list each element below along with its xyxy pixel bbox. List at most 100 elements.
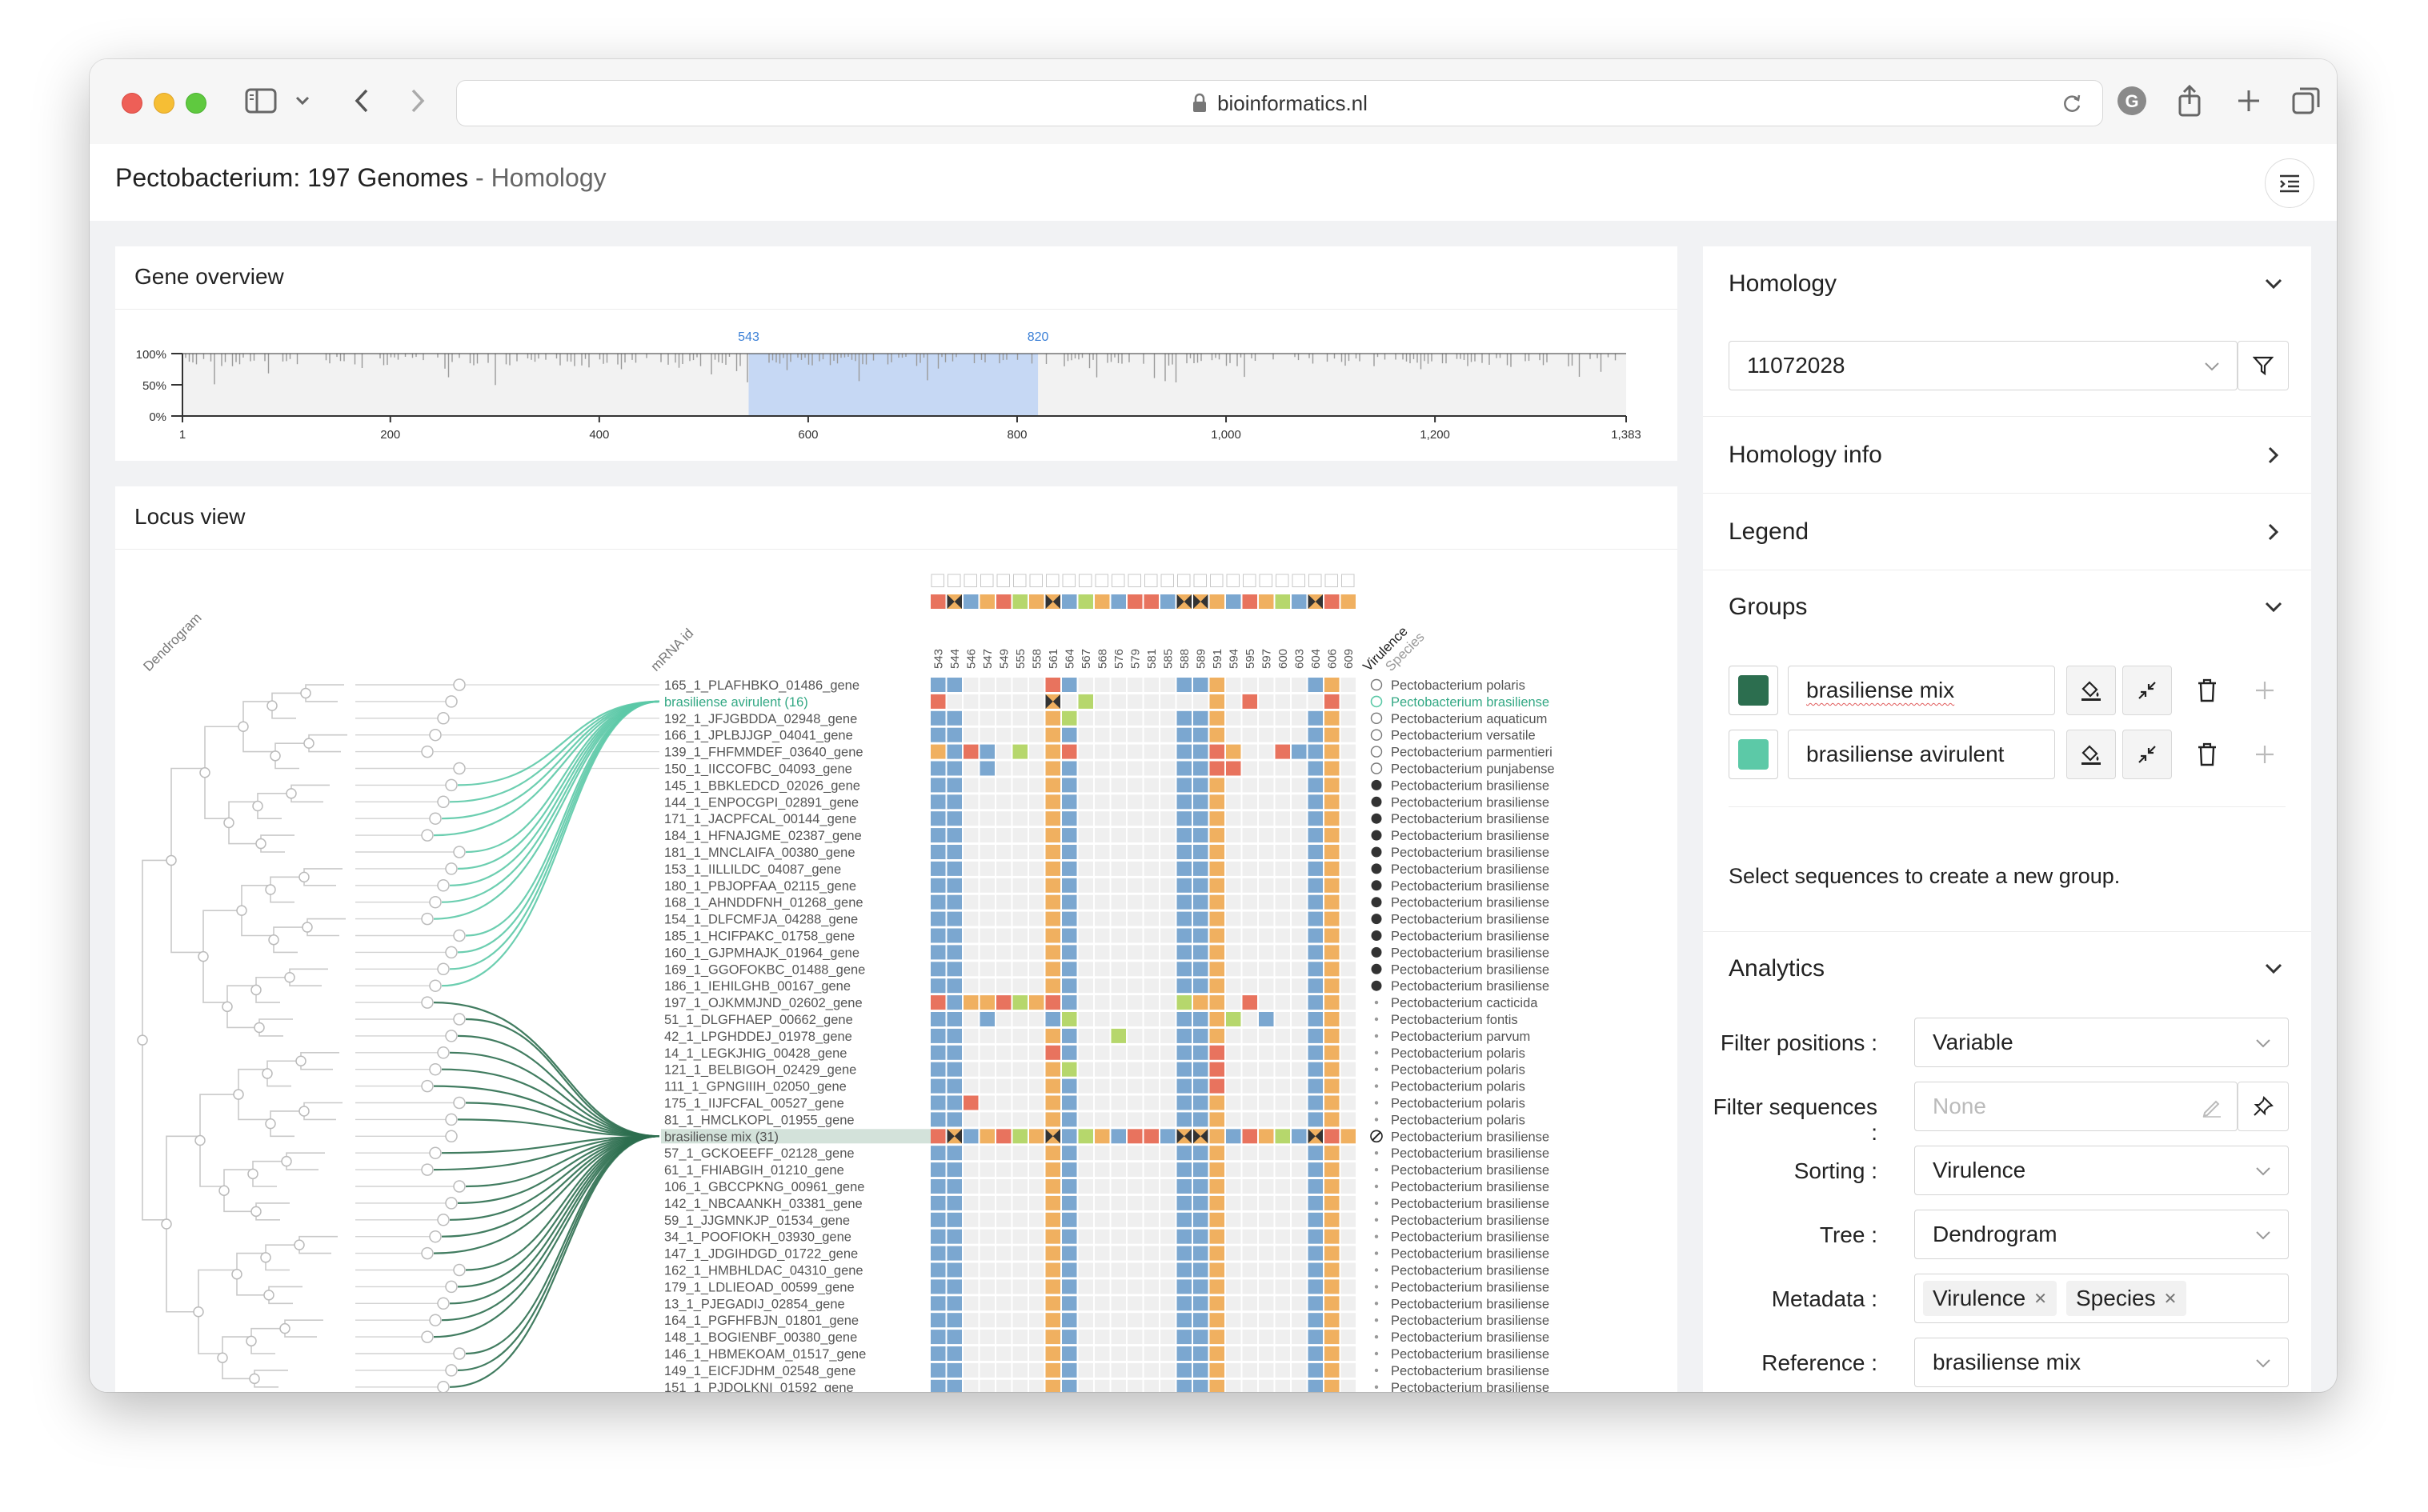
address-bar[interactable]: bioinformatics.nl: [456, 80, 2103, 126]
sequence-label[interactable]: 81_1_HMCLKOPL_01955_gene: [664, 1113, 855, 1127]
dendrogram-leaf-node[interactable]: [421, 1163, 434, 1176]
sequence-label[interactable]: 171_1_JACPFCAL_00144_gene: [664, 812, 856, 826]
selection-range[interactable]: [748, 354, 1039, 416]
position-checkbox[interactable]: [996, 574, 1010, 587]
fill-color-button[interactable]: [2066, 666, 2116, 715]
gene-overview-chart[interactable]: 100% 50% 0% 1 200 400 600 800 1,000 1,200 1,383…: [115, 309, 1677, 461]
position-checkbox[interactable]: [1160, 574, 1174, 587]
zoom-window-button[interactable]: [186, 93, 206, 114]
dendrogram-leaf-node[interactable]: [429, 812, 442, 825]
position-checkbox[interactable]: [980, 574, 994, 587]
dendrogram-leaf-node[interactable]: [453, 1180, 466, 1193]
grammarly-extension-icon[interactable]: G: [2114, 83, 2150, 118]
sequence-label[interactable]: 168_1_AHNDDFNH_01268_gene: [664, 896, 863, 910]
groups-title[interactable]: Groups: [1729, 594, 1807, 621]
position-checkbox[interactable]: [1095, 574, 1108, 587]
share-icon[interactable]: [2172, 83, 2207, 118]
sequence-labels[interactable]: 165_1_PLAFHBKO_01486_gene brasiliense avi…: [661, 678, 933, 1392]
dendrogram-leaf-node[interactable]: [429, 979, 442, 992]
remove-tag-icon[interactable]: ✕: [2164, 1289, 2178, 1309]
position-checkbox[interactable]: [1210, 574, 1224, 587]
sequence-label[interactable]: 151_1_PJDOLKNI_01592_gene: [664, 1381, 854, 1392]
chevron-down-icon[interactable]: [2262, 957, 2286, 981]
sequence-label[interactable]: 181_1_MNCLAIFA_00380_gene: [664, 846, 855, 860]
add-to-group-button[interactable]: [2249, 674, 2281, 706]
chevron-down-icon[interactable]: [2262, 272, 2286, 296]
position-checkbox[interactable]: [1029, 574, 1043, 587]
sequence-label[interactable]: 144_1_ENPOCGPI_02891_gene: [664, 795, 859, 810]
tree-select[interactable]: Dendrogram: [1914, 1210, 2289, 1259]
sequence-label[interactable]: 165_1_PLAFHBKO_01486_gene: [664, 678, 859, 693]
filter-sequences-input[interactable]: None: [1914, 1082, 2238, 1131]
position-checkbox[interactable]: [1046, 574, 1060, 587]
position-checkbox[interactable]: [964, 574, 977, 587]
group-name-input[interactable]: brasiliense avirulent: [1788, 730, 2055, 779]
position-checkbox[interactable]: [1112, 574, 1125, 587]
analytics-title[interactable]: Analytics: [1729, 955, 1825, 982]
position-checkbox[interactable]: [931, 574, 944, 587]
dendrogram-leaf-node[interactable]: [453, 1347, 466, 1360]
sequence-label[interactable]: 169_1_GGOFOKBC_01488_gene: [664, 962, 865, 977]
sequence-label[interactable]: 180_1_PBJOPFAA_02115_gene: [664, 879, 856, 894]
position-checkbox[interactable]: [1013, 574, 1027, 587]
chevron-down-icon[interactable]: [2262, 595, 2286, 619]
dendrogram-leaf-node[interactable]: [421, 912, 434, 926]
dendrogram-leaf-node[interactable]: [429, 1062, 442, 1076]
sequence-label[interactable]: 148_1_BOGIENBF_00380_gene: [664, 1330, 857, 1345]
dendrogram-leaf-node[interactable]: [445, 1364, 458, 1377]
position-checkbox[interactable]: [1276, 574, 1289, 587]
dendrogram-leaf-node[interactable]: [429, 1230, 442, 1243]
position-checkbox[interactable]: [1259, 574, 1272, 587]
dendrogram-leaf-node[interactable]: [437, 712, 450, 725]
chevron-right-icon[interactable]: [2262, 520, 2286, 544]
position-checkbox[interactable]: [1079, 574, 1092, 587]
sorting-select[interactable]: Virulence: [1914, 1146, 2289, 1195]
position-checkbox[interactable]: [1128, 574, 1141, 587]
sequence-label[interactable]: 13_1_PJEGADIJ_02854_gene: [664, 1297, 845, 1311]
collapse-group-button[interactable]: [2122, 666, 2172, 715]
sequence-label[interactable]: 179_1_LDLIEOAD_00599_gene: [664, 1280, 855, 1294]
dendrogram-leaf-node[interactable]: [445, 778, 458, 792]
chevron-down-icon[interactable]: [285, 83, 320, 118]
sequence-label[interactable]: 197_1_OJKMMJND_02602_gene: [664, 996, 863, 1010]
forward-arrow-icon[interactable]: [400, 83, 435, 118]
dendrogram-leaf-node[interactable]: [429, 1314, 442, 1326]
dendrogram-leaf-node[interactable]: [437, 795, 450, 809]
dendrogram-leaf-node[interactable]: [437, 1297, 450, 1310]
dendrogram-leaf-node[interactable]: [445, 1130, 458, 1143]
sequence-label[interactable]: 166_1_JPLBJJGP_04041_gene: [664, 729, 853, 743]
dendrogram-leaf-node[interactable]: [421, 996, 434, 1009]
position-checkbox[interactable]: [1341, 574, 1355, 587]
sidebar-toggle-icon[interactable]: [243, 83, 278, 118]
dendrogram-leaf-node[interactable]: [445, 1030, 458, 1042]
dendrogram-leaf-node[interactable]: [453, 846, 466, 858]
sequence-label[interactable]: 146_1_HBMEKOAM_01517_gene: [664, 1347, 866, 1362]
legend-title[interactable]: Legend: [1729, 518, 1809, 546]
filter-positions-select[interactable]: Variable: [1914, 1018, 2289, 1067]
homology-filter-button[interactable]: [2238, 341, 2289, 390]
chevron-right-icon[interactable]: [2262, 443, 2286, 467]
alignment-matrix[interactable]: [931, 678, 1356, 1392]
new-tab-icon[interactable]: [2231, 83, 2266, 118]
group-name-input[interactable]: brasiliense mix: [1788, 666, 2055, 715]
dendrogram-leaf-node[interactable]: [421, 829, 434, 842]
sequence-label[interactable]: 185_1_HCIFPAKC_01758_gene: [664, 930, 855, 944]
position-checkbox[interactable]: [1144, 574, 1158, 587]
dendrogram-leaf-node[interactable]: [421, 1079, 434, 1093]
remove-tag-icon[interactable]: ✕: [2033, 1289, 2047, 1309]
position-checkbox[interactable]: [1062, 574, 1076, 587]
sequence-label[interactable]: 175_1_IIJFCFAL_00527_gene: [664, 1097, 844, 1111]
homology-select[interactable]: 11072028: [1729, 341, 2238, 390]
group-color-swatch[interactable]: [1729, 666, 1778, 715]
panel-toggle-button[interactable]: [2265, 158, 2314, 208]
position-checkbox[interactable]: [1193, 574, 1207, 587]
sequence-label[interactable]: 14_1_LEGKJHIG_00428_gene: [664, 1046, 847, 1061]
sequence-label[interactable]: 192_1_JFJGBDDA_02948_gene: [664, 712, 857, 726]
dendrogram-leaf-node[interactable]: [421, 1246, 434, 1260]
dendrogram-leaf-node[interactable]: [445, 1113, 458, 1126]
position-checkbox[interactable]: [948, 574, 961, 587]
pencil-icon[interactable]: [2202, 1097, 2222, 1118]
minimize-window-button[interactable]: [154, 93, 174, 114]
pin-filter-button[interactable]: [2238, 1082, 2289, 1131]
sequence-label[interactable]: 42_1_LPGHDDEJ_01978_gene: [664, 1030, 852, 1044]
